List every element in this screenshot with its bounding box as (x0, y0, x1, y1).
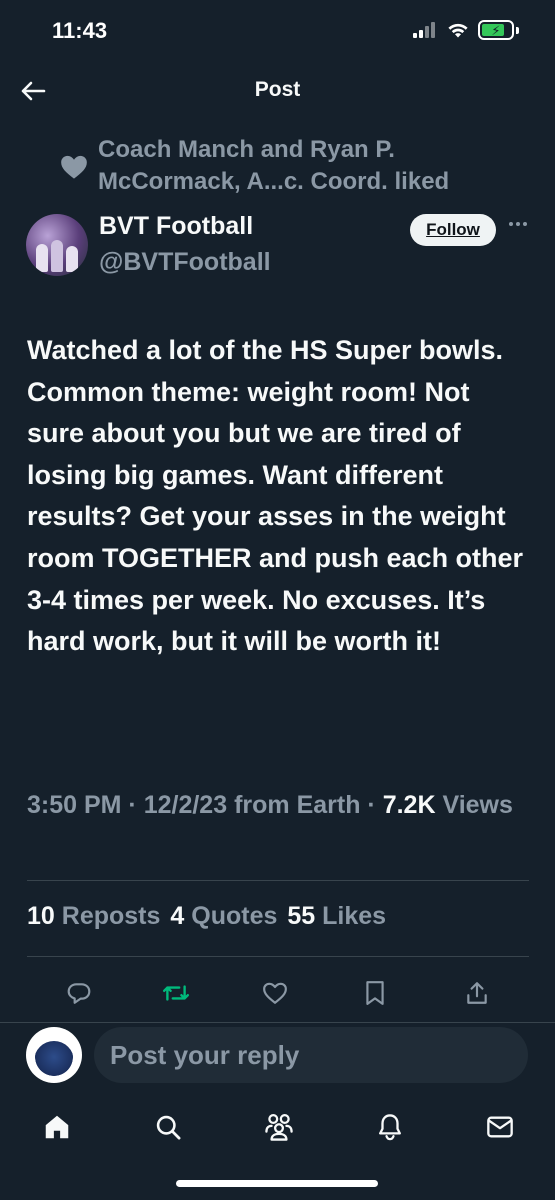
bookmark-icon[interactable] (358, 976, 392, 1010)
author-name[interactable]: BVT Football (99, 212, 253, 241)
home-indicator (176, 1180, 378, 1187)
messages-icon[interactable] (483, 1110, 517, 1144)
divider (27, 956, 529, 957)
status-bar: 11:43 ⚡ (0, 0, 555, 64)
home-icon[interactable] (40, 1110, 74, 1144)
likes-stat[interactable]: 55 Likes (287, 902, 386, 931)
likes-label: Likes (322, 902, 387, 930)
post-actions (0, 976, 555, 1010)
cellular-signal-icon (413, 22, 435, 38)
wifi-icon (448, 23, 468, 38)
post-date[interactable]: 12/2/23 (144, 791, 227, 819)
post-text: Watched a lot of the HS Super bowls. Com… (27, 335, 524, 657)
battery-icon: ⚡ (478, 20, 514, 40)
page-title: Post (254, 78, 301, 101)
bottom-tab-bar (0, 1100, 555, 1152)
status-icons: ⚡ (412, 20, 519, 40)
engagement-stats: 10 Reposts 4 Quotes 55 Likes (27, 902, 386, 931)
like-icon[interactable] (258, 976, 292, 1010)
author-handle[interactable]: @BVTFootball (99, 248, 271, 277)
post-time[interactable]: 3:50 PM (27, 791, 121, 819)
reposts-label: Reposts (61, 902, 161, 930)
post-source: from Earth (234, 791, 361, 819)
repost-icon[interactable] (159, 976, 193, 1010)
views-count: 7.2K (382, 791, 436, 819)
follow-button[interactable]: Follow (410, 214, 496, 246)
post-author: BVT Football @BVTFootball Follow (0, 206, 555, 282)
views-label: Views (442, 791, 513, 819)
status-time: 11:43 (52, 18, 108, 43)
reply-icon[interactable] (62, 976, 96, 1010)
quotes-stat[interactable]: 4 Quotes (170, 902, 277, 931)
social-context-text: Coach Manch and Ryan P. McCormack, A...c… (98, 136, 450, 195)
reply-input[interactable]: Post your reply (94, 1027, 528, 1083)
divider (27, 880, 529, 881)
quotes-count: 4 (170, 902, 185, 930)
author-avatar[interactable] (26, 214, 88, 276)
navigation-header: Post (0, 64, 555, 116)
reposts-count: 10 (27, 902, 55, 930)
post-metadata: 3:50 PM · 12/2/23 from Earth · 7.2K View… (27, 791, 513, 819)
share-icon[interactable] (460, 976, 494, 1010)
reposts-stat[interactable]: 10 Reposts (27, 902, 160, 931)
heart-icon (61, 155, 87, 179)
quotes-label: Quotes (191, 902, 278, 930)
reply-bar: Post your reply (0, 1022, 555, 1092)
notifications-icon[interactable] (373, 1110, 407, 1144)
communities-icon[interactable] (262, 1110, 296, 1144)
user-avatar[interactable] (26, 1027, 82, 1083)
likes-count: 55 (287, 902, 316, 930)
search-icon[interactable] (151, 1110, 185, 1144)
more-options-icon[interactable] (506, 212, 530, 236)
